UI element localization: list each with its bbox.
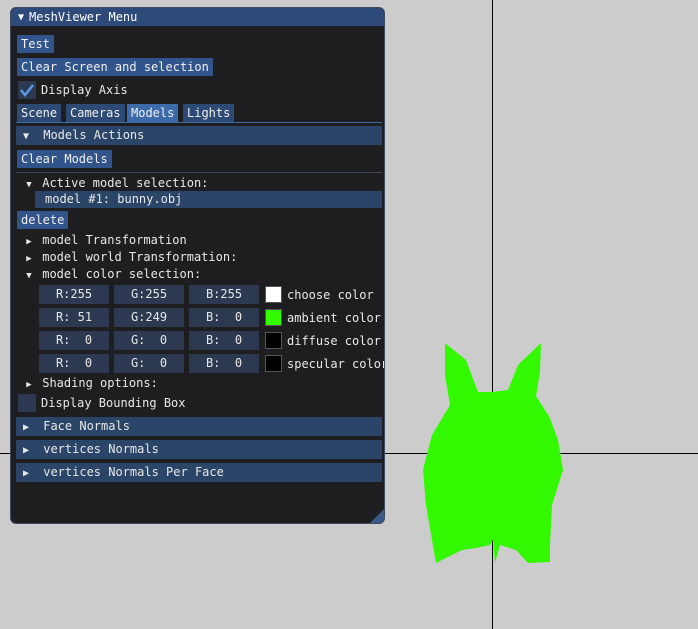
choose-color-swatch[interactable] — [265, 286, 282, 303]
model-transformation-node[interactable]: ▶ model Transformation — [23, 233, 187, 247]
collapse-triangle-icon: ▼ — [22, 131, 30, 142]
shading-options-node[interactable]: ▶ Shading options: — [23, 376, 158, 390]
vertices-normals-header[interactable]: ▶ vertices Normals — [16, 440, 382, 459]
collapse-triangle-icon: ▼ — [26, 271, 32, 281]
face-normals-header[interactable]: ▶ Face Normals — [16, 417, 382, 436]
ambient-color-label: ambient color — [287, 311, 381, 325]
vertices-normals-per-face-header[interactable]: ▶ vertices Normals Per Face — [16, 463, 382, 482]
selected-model-item[interactable]: model #1: bunny.obj — [35, 191, 382, 208]
vertices-normals-label: vertices Normals — [43, 442, 159, 456]
meshviewer-menu-window[interactable]: ▼ MeshViewer Menu Test Clear Screen and … — [10, 7, 385, 524]
tab-lights[interactable]: Lights — [183, 104, 235, 122]
blue-input[interactable]: B: 0 — [189, 331, 259, 350]
expand-triangle-icon: ▶ — [22, 468, 30, 479]
tab-cameras[interactable]: Cameras — [66, 104, 125, 122]
choose-color-label: choose color — [287, 288, 374, 302]
model-world-transformation-node[interactable]: ▶ model world Transformation: — [23, 250, 237, 264]
window-titlebar[interactable]: ▼ MeshViewer Menu — [11, 8, 384, 26]
display-axis-label: Display Axis — [41, 83, 128, 97]
expand-triangle-icon: ▶ — [26, 254, 32, 264]
model-world-transformation-label: model world Transformation: — [42, 250, 238, 264]
expand-triangle-icon: ▶ — [22, 422, 30, 433]
specular-color-swatch[interactable] — [265, 355, 282, 372]
models-actions-header[interactable]: ▼ Models Actions — [16, 126, 382, 145]
green-input[interactable]: G:249 — [114, 308, 184, 327]
separator — [16, 172, 382, 173]
green-input[interactable]: G:255 — [114, 285, 184, 304]
display-bounding-box-label: Display Bounding Box — [41, 396, 186, 410]
models-actions-label: Models Actions — [43, 128, 145, 142]
bunny-silhouette — [423, 343, 563, 563]
vertices-normals-per-face-label: vertices Normals Per Face — [43, 465, 224, 479]
active-model-selection-label: Active model selection: — [42, 176, 209, 190]
diffuse-color-swatch[interactable] — [265, 332, 282, 349]
model-transformation-label: model Transformation — [42, 233, 187, 247]
window-title: MeshViewer Menu — [29, 10, 138, 24]
collapse-triangle-icon: ▼ — [26, 180, 32, 190]
display-axis-checkbox[interactable] — [18, 81, 36, 99]
active-model-selection-node[interactable]: ▼ Active model selection: — [23, 176, 208, 190]
blue-input[interactable]: B: 0 — [189, 354, 259, 373]
expand-triangle-icon: ▶ — [26, 380, 32, 390]
expand-triangle-icon: ▶ — [26, 237, 32, 247]
tab-scene[interactable]: Scene — [17, 104, 62, 122]
red-input[interactable]: R:255 — [39, 285, 109, 304]
delete-button[interactable]: delete — [17, 211, 69, 229]
specular-color-label: specular color — [287, 357, 385, 371]
tab-models[interactable]: Models — [127, 104, 179, 122]
clear-models-button[interactable]: Clear Models — [17, 150, 112, 168]
green-input[interactable]: G: 0 — [114, 331, 184, 350]
shading-options-label: Shading options: — [42, 376, 158, 390]
red-input[interactable]: R: 0 — [39, 331, 109, 350]
red-input[interactable]: R: 51 — [39, 308, 109, 327]
collapse-triangle-icon[interactable]: ▼ — [15, 12, 27, 23]
ambient-color-swatch[interactable] — [265, 309, 282, 326]
expand-triangle-icon: ▶ — [22, 445, 30, 456]
model-color-selection-node[interactable]: ▼ model color selection: — [23, 267, 201, 281]
face-normals-label: Face Normals — [43, 419, 130, 433]
clear-screen-button[interactable]: Clear Screen and selection — [17, 58, 213, 76]
diffuse-color-label: diffuse color — [287, 334, 381, 348]
checkmark-icon — [20, 84, 34, 98]
blue-input[interactable]: B:255 — [189, 285, 259, 304]
blue-input[interactable]: B: 0 — [189, 308, 259, 327]
test-button[interactable]: Test — [17, 35, 54, 53]
resize-grip-icon[interactable] — [370, 509, 384, 523]
green-input[interactable]: G: 0 — [114, 354, 184, 373]
red-input[interactable]: R: 0 — [39, 354, 109, 373]
model-color-selection-label: model color selection: — [42, 267, 202, 281]
display-bounding-box-checkbox[interactable] — [18, 394, 36, 412]
tab-underline — [16, 122, 382, 123]
